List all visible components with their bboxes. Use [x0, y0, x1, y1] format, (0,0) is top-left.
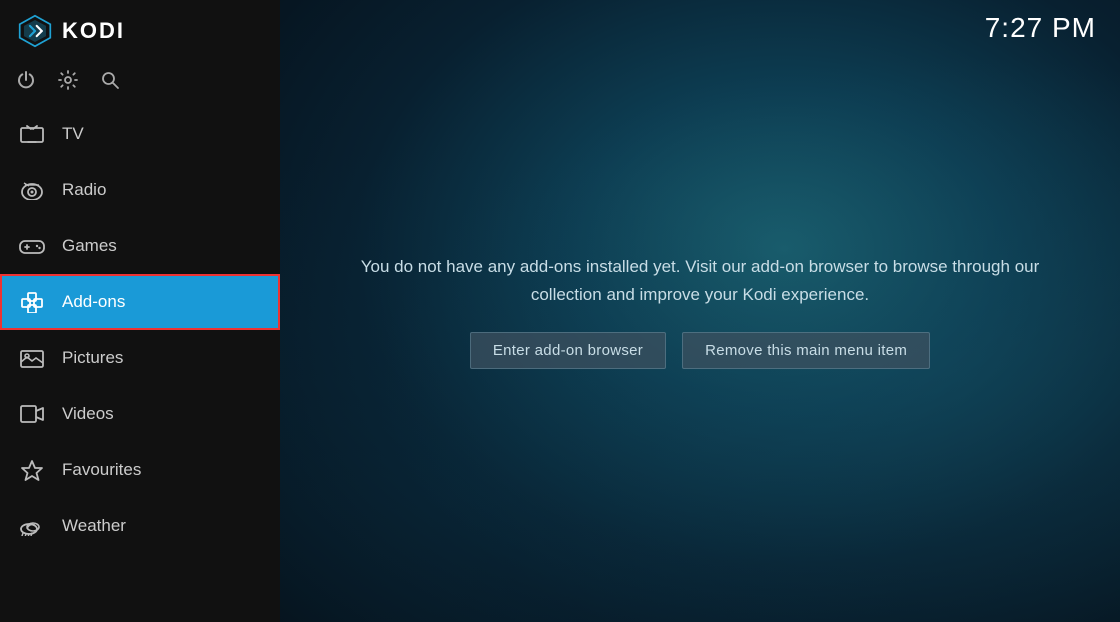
- power-icon[interactable]: [16, 70, 36, 90]
- enter-addon-browser-button[interactable]: Enter add-on browser: [470, 332, 666, 369]
- sidebar-item-addons[interactable]: Add-ons: [0, 274, 280, 330]
- kodi-logo-icon: [18, 14, 52, 48]
- remove-menu-item-button[interactable]: Remove this main menu item: [682, 332, 930, 369]
- sidebar: KODI: [0, 0, 280, 622]
- favourites-icon: [18, 456, 46, 484]
- app-title: KODI: [62, 18, 125, 44]
- tv-icon: [18, 120, 46, 148]
- radio-icon: [18, 176, 46, 204]
- sidebar-item-tv[interactable]: TV: [0, 106, 280, 162]
- favourites-label: Favourites: [62, 460, 141, 480]
- info-message: You do not have any add-ons installed ye…: [350, 253, 1050, 307]
- sidebar-toolbar: [0, 62, 280, 106]
- sidebar-item-radio[interactable]: Radio: [0, 162, 280, 218]
- videos-label: Videos: [62, 404, 114, 424]
- pictures-icon: [18, 344, 46, 372]
- sidebar-item-pictures[interactable]: Pictures: [0, 330, 280, 386]
- main-content: 7:27 PM You do not have any add-ons inst…: [280, 0, 1120, 622]
- weather-icon: [18, 512, 46, 540]
- weather-label: Weather: [62, 516, 126, 536]
- content-center: You do not have any add-ons installed ye…: [310, 253, 1090, 368]
- radio-label: Radio: [62, 180, 106, 200]
- pictures-label: Pictures: [62, 348, 123, 368]
- sidebar-item-videos[interactable]: Videos: [0, 386, 280, 442]
- games-label: Games: [62, 236, 117, 256]
- sidebar-header: KODI: [0, 0, 280, 62]
- tv-label: TV: [62, 124, 84, 144]
- videos-icon: [18, 400, 46, 428]
- settings-icon[interactable]: [58, 70, 78, 90]
- main-nav: TV Radio: [0, 106, 280, 622]
- clock-display: 7:27 PM: [985, 12, 1096, 44]
- sidebar-item-weather[interactable]: Weather: [0, 498, 280, 554]
- sidebar-item-favourites[interactable]: Favourites: [0, 442, 280, 498]
- search-icon[interactable]: [100, 70, 120, 90]
- action-buttons: Enter add-on browser Remove this main me…: [470, 332, 930, 369]
- sidebar-item-games[interactable]: Games: [0, 218, 280, 274]
- addons-label: Add-ons: [62, 292, 125, 312]
- addons-icon: [18, 288, 46, 316]
- games-icon: [18, 232, 46, 260]
